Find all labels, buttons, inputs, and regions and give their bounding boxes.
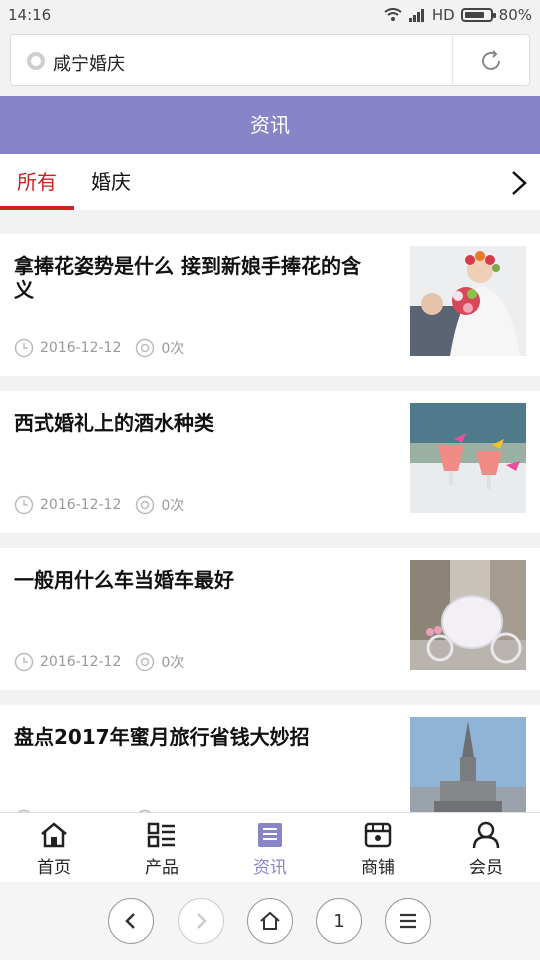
nav-news[interactable]: 资讯 — [216, 821, 324, 881]
home-button[interactable] — [247, 898, 293, 944]
tab-all[interactable]: 所有 — [0, 154, 74, 212]
forward-button[interactable] — [178, 898, 224, 944]
article-meta: 2016-12-12 0次 — [14, 495, 184, 515]
article-date: 2016-12-12 — [40, 340, 122, 356]
list-item[interactable]: 拿捧花姿势是什么 接到新娘手捧花的含义 2016-12-12 0次 — [0, 234, 540, 376]
nav-products[interactable]: 产品 — [108, 821, 216, 881]
tabs-count: 1 — [333, 910, 345, 932]
news-list: 拿捧花姿势是什么 接到新娘手捧花的含义 2016-12-12 0次 西式婚礼上的… — [0, 234, 540, 812]
cathedral-photo — [410, 717, 526, 812]
tab-label: 婚庆 — [91, 170, 131, 194]
article-views: 0次 — [161, 498, 185, 514]
signal-icon — [408, 9, 424, 22]
site-icon — [27, 52, 45, 70]
clock-icon — [14, 652, 34, 672]
article-title[interactable]: 西式婚礼上的酒水种类 — [14, 411, 374, 435]
article-thumbnail[interactable] — [410, 246, 526, 356]
network-type: HD — [431, 6, 455, 24]
home-icon — [260, 911, 280, 930]
wifi-icon — [384, 8, 402, 21]
nav-label: 商铺 — [361, 858, 395, 878]
battery-percent: 80% — [498, 6, 532, 24]
clock-icon — [14, 495, 34, 515]
page-title: 资讯 — [250, 113, 290, 137]
chevron-right-icon — [197, 913, 207, 929]
article-views: 0次 — [161, 655, 185, 671]
page-header: 资讯 — [0, 96, 540, 154]
nav-label: 资讯 — [253, 858, 287, 878]
eye-icon — [136, 495, 155, 515]
nav-label: 会员 — [469, 858, 503, 878]
clock-icon — [14, 338, 34, 358]
tab-wedding[interactable]: 婚庆 — [74, 154, 148, 212]
list-icon — [147, 822, 175, 848]
news-icon — [258, 823, 282, 847]
carriage-photo — [410, 560, 526, 670]
article-thumbnail[interactable] — [410, 717, 526, 812]
eye-icon — [136, 652, 155, 672]
list-item[interactable]: 西式婚礼上的酒水种类 2016-12-12 0次 — [0, 391, 540, 533]
battery-icon — [460, 8, 496, 22]
home-icon — [41, 822, 67, 848]
nav-member[interactable]: 会员 — [432, 821, 540, 881]
url-divider — [452, 35, 453, 85]
article-title[interactable]: 一般用什么车当婚车最好 — [14, 568, 374, 592]
nav-label: 产品 — [145, 858, 179, 878]
article-thumbnail[interactable] — [410, 403, 526, 513]
nav-label: 首页 — [37, 858, 71, 878]
article-thumbnail[interactable] — [410, 560, 526, 670]
tabs-button[interactable]: 1 — [316, 898, 362, 944]
bottom-nav: 首页 产品 资讯 商铺 会员 — [0, 812, 540, 882]
chevron-right-icon[interactable] — [510, 170, 528, 196]
refresh-icon[interactable] — [477, 47, 505, 75]
back-button[interactable] — [108, 898, 154, 944]
tab-label: 所有 — [17, 170, 57, 194]
article-views: 0次 — [161, 341, 185, 357]
drinks-photo — [410, 403, 526, 513]
article-meta: 2016-12-12 0次 — [14, 652, 184, 672]
shop-icon — [364, 822, 392, 848]
category-tabs: 所有 婚庆 — [0, 154, 540, 212]
url-text[interactable]: 咸宁婚庆 — [53, 50, 125, 76]
nav-home[interactable]: 首页 — [0, 821, 108, 881]
user-icon — [472, 821, 500, 849]
status-bar: 14:16 HD 80% — [0, 0, 540, 30]
nav-shop[interactable]: 商铺 — [324, 821, 432, 881]
menu-button[interactable] — [385, 898, 431, 944]
article-meta: 2016-12-12 0次 — [14, 338, 184, 358]
chevron-left-icon — [125, 913, 135, 929]
article-date: 2016-12-12 — [40, 497, 122, 513]
menu-icon — [400, 913, 416, 929]
status-time: 14:16 — [8, 6, 52, 24]
url-bar[interactable]: 咸宁婚庆 — [10, 34, 530, 86]
article-date: 2016-12-12 — [40, 654, 122, 670]
list-item[interactable]: 盘点2017年蜜月旅行省钱大妙招 2016-12-12 0次 — [0, 705, 540, 812]
browser-toolbar: 1 — [0, 882, 540, 960]
eye-icon — [136, 338, 155, 358]
article-title[interactable]: 盘点2017年蜜月旅行省钱大妙招 — [14, 725, 374, 749]
bride-photo — [410, 246, 526, 356]
list-item[interactable]: 一般用什么车当婚车最好 2016-12-12 0次 — [0, 548, 540, 690]
article-title[interactable]: 拿捧花姿势是什么 接到新娘手捧花的含义 — [14, 254, 374, 302]
